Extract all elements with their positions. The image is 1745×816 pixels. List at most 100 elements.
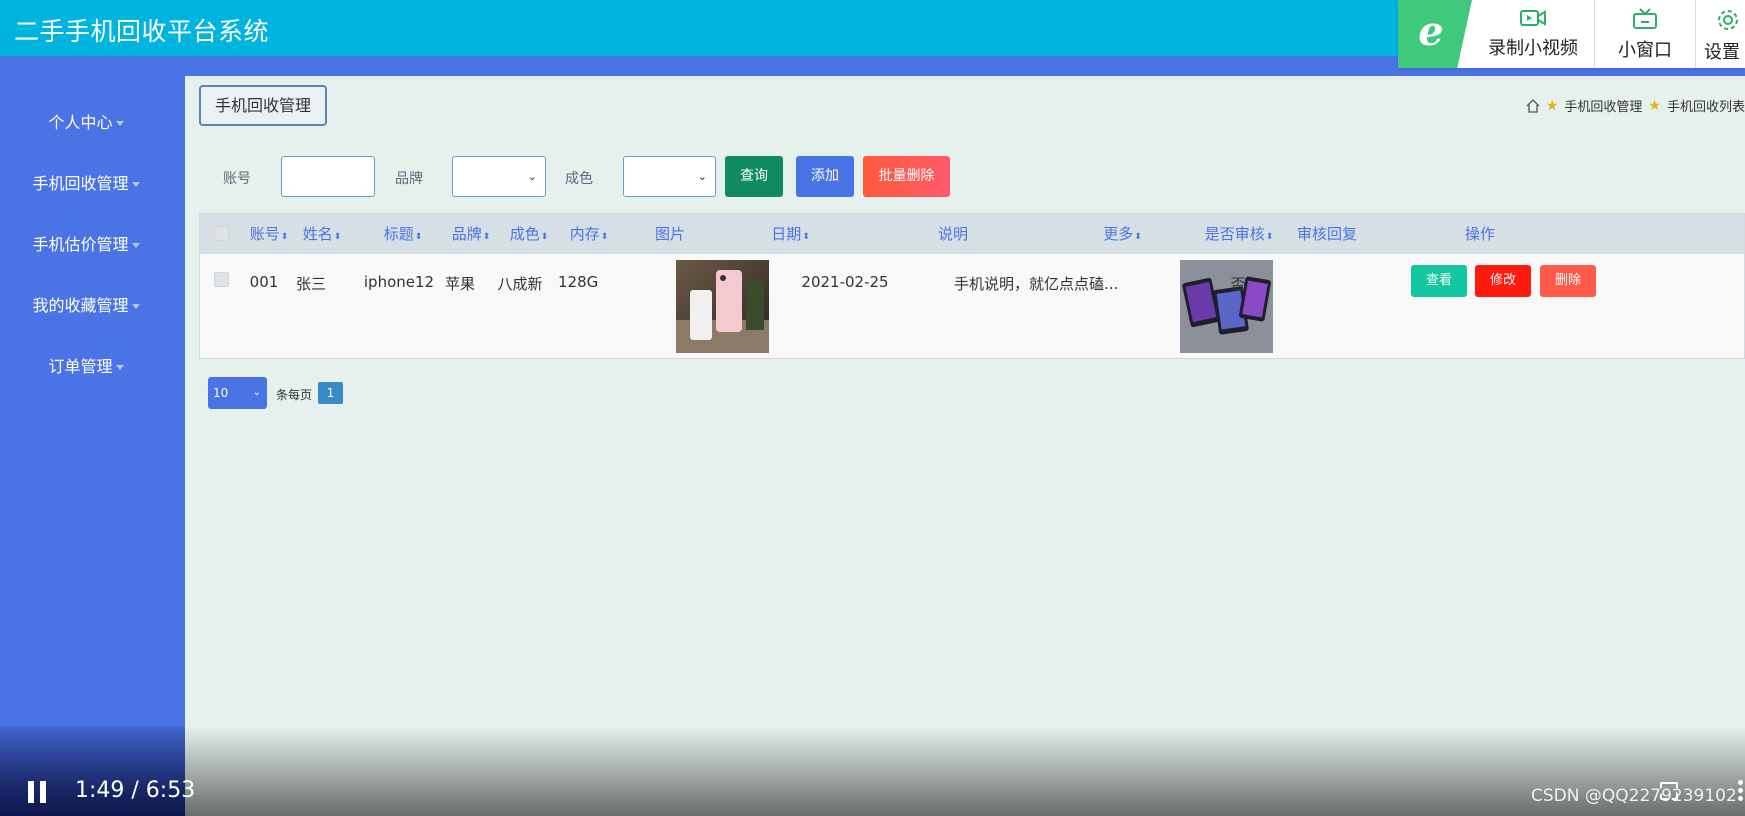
star-icon: ★ [1545,97,1559,114]
player-toolbar: e 录制小视频 小窗口 设置 [1398,0,1745,68]
caret-down-icon [131,243,140,248]
sort-icon: ⬍ [280,232,289,242]
gear-icon [1718,10,1738,30]
column-header-label: 更多 [1103,225,1134,243]
sort-icon: ⬍ [802,232,810,242]
watermark: CSDN @QQ2279239102 [1531,786,1737,806]
page-number-button[interactable]: 1 [318,382,343,404]
batch-delete-button[interactable]: 批量删除 [863,156,950,197]
pause-icon[interactable] [28,781,48,803]
account-label: 账号 [223,171,251,187]
column-header-label: 是否审核 [1204,225,1265,243]
toolbar-divider [1695,0,1696,68]
row-checkbox[interactable] [214,272,229,287]
phone-photo [676,260,769,353]
column-header-label: 标题 [383,225,414,243]
sidebar-item-label: 手机估价管理 [32,235,129,254]
data-table: 账号⬍ 姓名⬍ 标题⬍ 品牌⬍ 成色⬍ 内存⬍ 图片 日期⬍ 说明 更多⬍ 是否… [199,213,1745,359]
condition-select[interactable]: ⌄ [623,156,716,197]
cell-title: iphone12 [363,273,435,291]
sort-icon: ⬍ [1265,232,1274,242]
video-camera-icon [1520,10,1546,26]
sort-icon: ⬍ [540,232,549,242]
sidebar-item-personal-center[interactable]: 个人中心 [0,109,172,133]
home-icon[interactable] [1526,98,1540,113]
sort-icon: ⬍ [600,232,609,242]
cell-brand: 苹果 [444,275,475,293]
column-header-title[interactable]: 标题⬍ [368,214,438,254]
column-header-name[interactable]: 姓名⬍ [302,214,342,254]
select-all-checkbox[interactable] [214,226,229,241]
cell-date: 2021-02-25 [801,273,889,291]
sort-icon: ⬍ [414,232,423,242]
cell-account: 001 [249,273,279,291]
sidebar-item-label: 我的收藏管理 [32,296,129,315]
cell-approved: 否 [1230,275,1246,293]
column-header-label: 日期 [771,225,802,243]
sidebar-item-label: 订单管理 [48,357,113,376]
column-header-reply: 审核回复 [1296,225,1357,243]
chevron-down-icon: ⌄ [527,170,537,183]
more-options-icon[interactable] [1738,780,1743,804]
page-size-value: 10 [213,386,229,400]
sidebar-item-orders[interactable]: 订单管理 [0,353,172,377]
delete-button[interactable]: 删除 [1540,265,1596,297]
column-header-label: 成色 [509,225,540,243]
column-header-label: 内存 [569,225,600,243]
phone-image[interactable] [676,260,769,353]
sidebar-item-phone-recycle[interactable]: 手机回收管理 [0,170,172,194]
breadcrumb: ★ 手机回收管理 ★ 手机回收列表 [1526,96,1745,115]
view-button[interactable]: 查看 [1411,265,1467,297]
breadcrumb-item[interactable]: 手机回收列表 [1667,96,1745,115]
caret-down-icon [115,121,124,126]
record-video-label: 录制小视频 [1488,38,1578,59]
cell-name: 张三 [296,275,327,293]
sort-icon: ⬍ [482,232,491,242]
sidebar: 个人中心 手机回收管理 手机估价管理 我的收藏管理 订单管理 [0,76,185,816]
condition-label: 成色 [565,171,593,187]
page-title-button[interactable]: 手机回收管理 [199,85,328,126]
column-header-description: 说明 [937,225,968,243]
add-button[interactable]: 添加 [796,156,854,197]
browser-logo-icon: e [1398,0,1472,68]
column-header-memory[interactable]: 内存⬍ [569,214,609,254]
star-icon: ★ [1648,97,1661,114]
tv-icon [1633,8,1657,29]
brand-select[interactable]: ⌄ [452,156,546,197]
sort-icon: ⬍ [333,232,342,242]
caret-down-icon [131,182,140,187]
table-header: 账号⬍ 姓名⬍ 标题⬍ 品牌⬍ 成色⬍ 内存⬍ 图片 日期⬍ 说明 更多⬍ 是否… [200,214,1744,254]
column-header-brand[interactable]: 品牌⬍ [451,214,491,254]
column-header-condition[interactable]: 成色⬍ [509,214,549,254]
column-header-label: 姓名 [302,225,333,243]
breadcrumb-item[interactable]: 手机回收管理 [1564,96,1642,115]
settings-label: 设置 [1704,42,1740,63]
column-header-approved[interactable]: 是否审核⬍ [1202,214,1276,254]
column-header-date[interactable]: 日期⬍ [768,214,813,254]
playback-time: 1:49 / 6:53 [75,778,196,803]
app-title: 二手手机回收平台系统 [14,17,270,46]
chevron-down-icon: ⌄ [252,387,261,398]
cell-description: 手机说明，就亿点点磕... [954,275,1119,293]
sort-icon: ⬍ [1134,232,1142,242]
caret-down-icon [131,304,140,309]
settings-button[interactable]: 设置 [1704,6,1745,66]
cell-memory: 128G [558,273,599,291]
edit-button[interactable]: 修改 [1475,265,1531,297]
cell-condition: 八成新 [497,275,543,293]
record-video-button[interactable]: 录制小视频 [1472,6,1594,66]
sidebar-item-phone-valuation[interactable]: 手机估价管理 [0,231,172,255]
sidebar-item-label: 手机回收管理 [32,174,129,193]
main-content: 手机回收管理 ★ 手机回收管理 ★ 手机回收列表 账号 品牌 ⌄ 成色 ⌄ 查询… [185,76,1745,816]
column-header-more[interactable]: 更多⬍ [1100,214,1145,254]
column-header-label: 品牌 [451,225,482,243]
caret-down-icon [115,365,124,370]
brand-label: 品牌 [395,171,423,187]
account-input[interactable] [281,156,375,197]
page-size-select[interactable]: 10 ⌄ [208,377,267,409]
column-header-account[interactable]: 账号⬍ [249,214,289,254]
query-button[interactable]: 查询 [725,156,783,197]
sidebar-item-favorites[interactable]: 我的收藏管理 [0,292,172,316]
mini-window-button[interactable]: 小窗口 [1595,6,1695,66]
page-size-label: 条每页 [276,388,313,402]
